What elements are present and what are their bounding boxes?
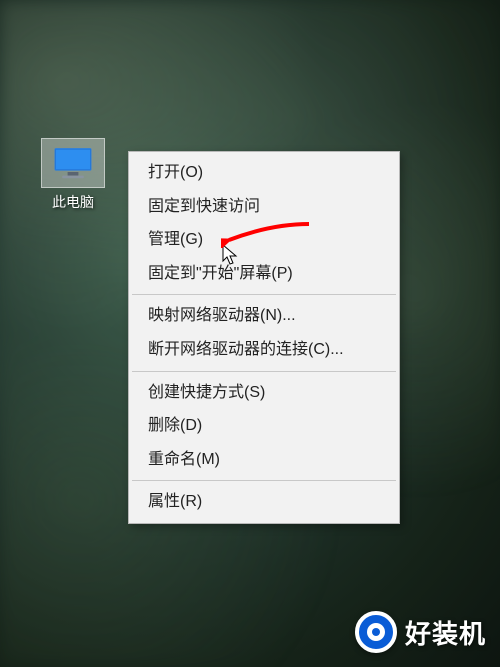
context-menu: 打开(O) 固定到快速访问 管理(G) 固定到"开始"屏幕(P) 映射网络驱动器… [128,151,400,524]
menu-item-pin-to-start[interactable]: 固定到"开始"屏幕(P) [130,257,398,291]
menu-separator [132,294,396,295]
menu-item-delete[interactable]: 删除(D) [130,409,398,443]
menu-item-open[interactable]: 打开(O) [130,156,398,190]
menu-item-create-shortcut[interactable]: 创建快捷方式(S) [130,376,398,410]
monitor-icon [41,138,105,188]
menu-separator [132,371,396,372]
watermark: 好装机 [355,611,486,653]
watermark-logo-icon [355,611,397,653]
menu-item-manage[interactable]: 管理(G) [130,223,398,257]
menu-separator [132,480,396,481]
desktop-icon-label: 此电脑 [38,192,108,212]
menu-item-map-network-drive[interactable]: 映射网络驱动器(N)... [130,299,398,333]
menu-item-disconnect-network-drive[interactable]: 断开网络驱动器的连接(C)... [130,333,398,367]
menu-item-rename[interactable]: 重命名(M) [130,443,398,477]
menu-item-properties[interactable]: 属性(R) [130,485,398,519]
desktop-icon-this-pc[interactable]: 此电脑 [38,138,108,212]
menu-item-pin-to-quick-access[interactable]: 固定到快速访问 [130,190,398,224]
watermark-text: 好装机 [405,614,486,651]
